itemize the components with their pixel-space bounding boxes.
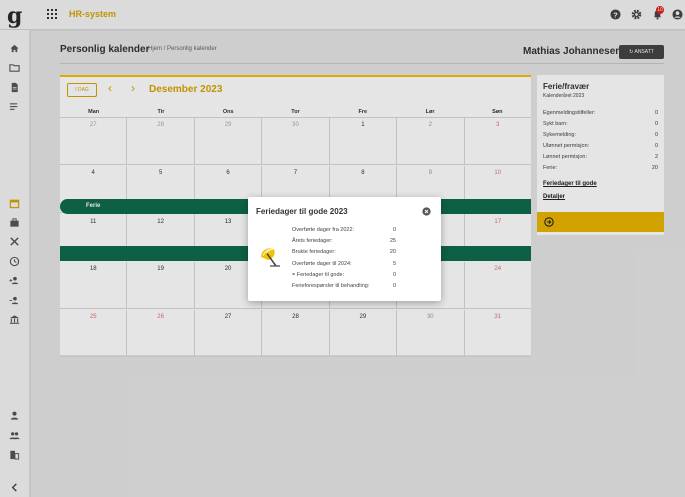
beach-umbrella-icon [261,248,280,267]
dialog-row-label: Ferieforespørsler til behandling: [292,283,370,289]
dialog-row-label: Overførte dager fra 2022: [292,227,355,233]
dialog-row-value: 0 [392,227,396,233]
dialog-row-label: Brukte feriedager: [292,249,336,255]
dialog-row-value: 25 [389,238,396,244]
dialog-row-value: 0 [392,272,396,278]
dialog-row-value: 20 [389,249,396,255]
holidays-remaining-dialog: Feriedager til gode 2023 Overførte dager… [248,197,441,301]
dialog-row-value: 0 [392,283,396,289]
dialog-row-value: 5 [392,261,396,267]
close-icon[interactable] [422,207,431,216]
dialog-row-label: = Feriedager til gode: [292,272,345,278]
dialog-row-label: Årets feriedager: [292,238,333,244]
dialog-row-label: Overførte dager til 2024: [292,261,352,267]
dialog-title: Feriedager til gode 2023 [256,207,348,216]
